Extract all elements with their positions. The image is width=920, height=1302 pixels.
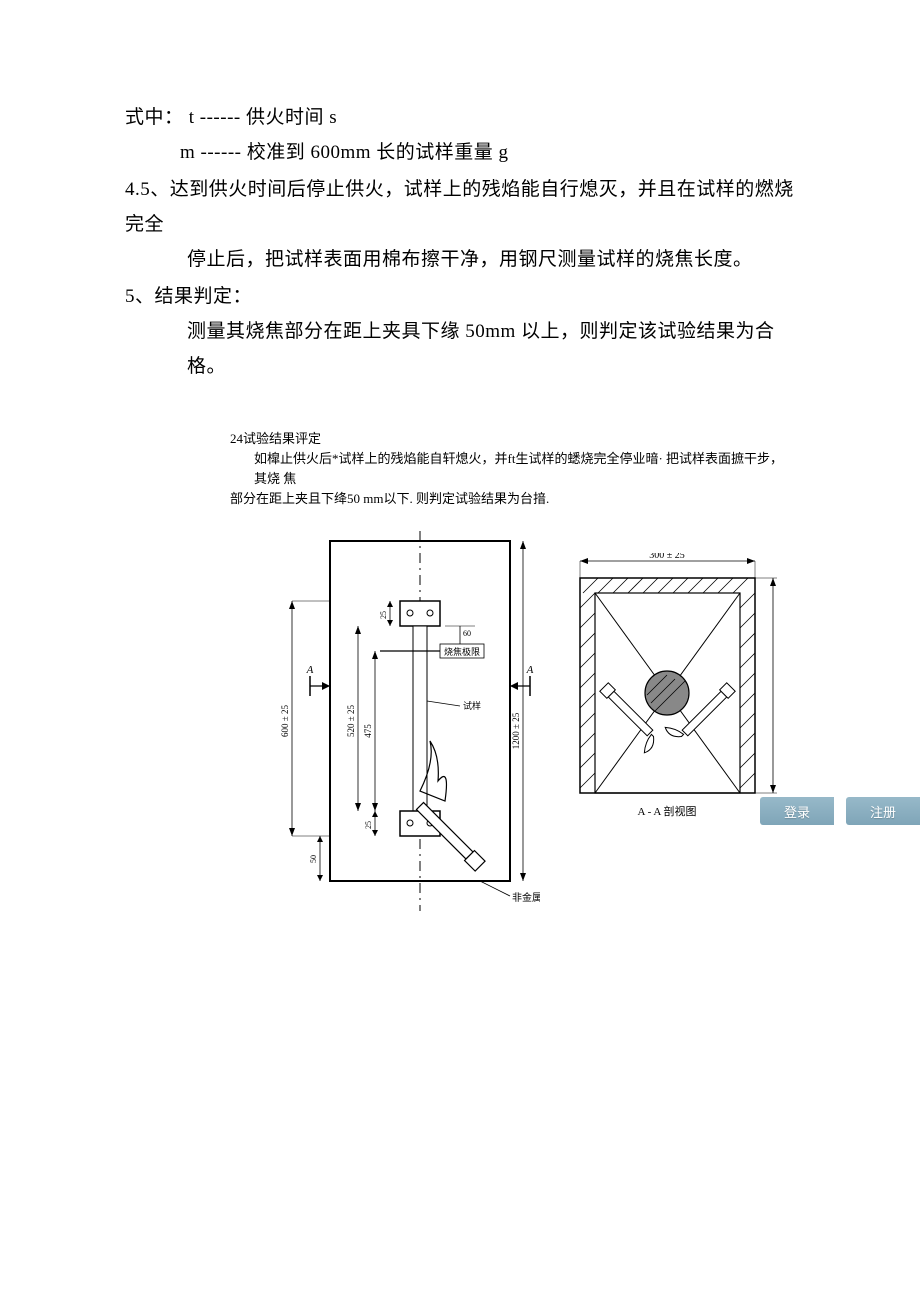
formula-line-t: 式中： t ------ 供火时间 s (125, 100, 795, 135)
document-body: 式中： t ------ 供火时间 s m ------ 校准到 600mm 长… (0, 0, 920, 931)
subtext-line-1: 如槹止供火后*试样上的残焰能自轩熄火，并ft生试样的蟋烧完全停业暗· 把试样表面… (230, 449, 790, 489)
svg-text:烧焦极限: 烧焦极限 (444, 646, 480, 657)
diagram-container: 烧焦极限 试样 A (280, 531, 795, 931)
formula-line-m: m ------ 校准到 600mm 长的试样重量 g (125, 135, 795, 170)
svg-text:非金属底板: 非金属底板 (512, 891, 540, 904)
section-4-5-b: 停止后，把试样表面用棉布擦干净，用钢尺测量试样的烧焦长度。 (125, 242, 795, 277)
svg-text:25: 25 (379, 611, 388, 619)
svg-text:475: 475 (363, 724, 373, 738)
svg-text:试样: 试样 (463, 700, 481, 711)
svg-text:50: 50 (309, 855, 318, 863)
svg-text:300 ± 25: 300 ± 25 (649, 553, 685, 561)
svg-text:600 ± 25: 600 ± 25 (280, 705, 290, 737)
svg-text:A: A (306, 664, 314, 676)
scanned-subtext: 24试验结果评定 如槹止供火后*试样上的残焰能自轩熄火，并ft生试样的蟋烧完全停… (230, 429, 790, 509)
svg-text:60: 60 (463, 629, 471, 638)
section-5-heading: 5、结果判定： (125, 279, 795, 314)
diagram-front-view: 烧焦极限 试样 A (280, 531, 540, 936)
svg-text:520 ± 25: 520 ± 25 (346, 705, 356, 737)
svg-text:A: A (526, 664, 534, 676)
subtext-line-2: 部分在距上夹且下绛50 mm以下. 则判定试验结果为台揞. (230, 489, 790, 509)
register-button[interactable]: 注册 (846, 797, 920, 825)
subtext-title: 24试验结果评定 (230, 429, 790, 449)
login-button[interactable]: 登录 (760, 797, 834, 825)
svg-text:A - A 剖视图: A - A 剖视图 (638, 804, 697, 818)
floating-auth-buttons: 登录 注册 (760, 797, 920, 825)
section-5-body: 测量其烧焦部分在距上夹具下缘 50mm 以上，则判定该试验结果为合格。 (125, 314, 795, 384)
section-4-5-a: 4.5、达到供火时间后停止供火，试样上的残焰能自行熄灭，并且在试样的燃烧完全 (125, 172, 795, 242)
svg-text:25: 25 (364, 821, 373, 829)
svg-text:1200 ± 25: 1200 ± 25 (511, 712, 521, 749)
